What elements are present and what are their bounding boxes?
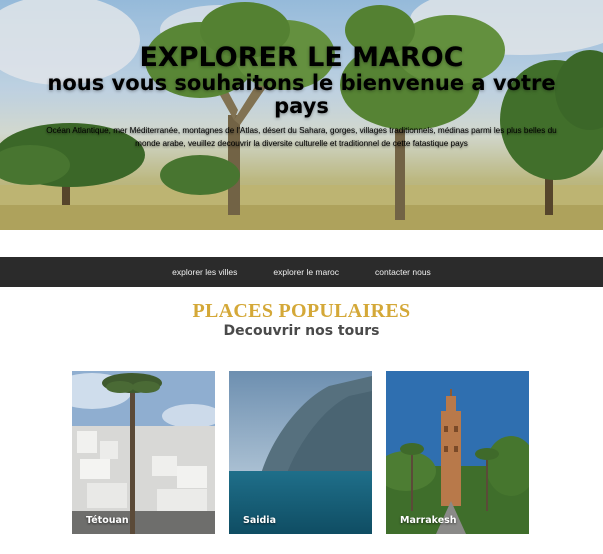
saidia-image <box>229 371 372 534</box>
hero-title: EXPLORER LE MAROC <box>139 42 464 73</box>
card-label-saidia: Saidia <box>243 515 276 526</box>
hero-subtitle: nous vous souhaitons le bienvenue a votr… <box>47 71 556 118</box>
section-title: PLACES POPULAIRES <box>192 300 411 322</box>
tetouan-image <box>72 371 215 534</box>
tour-card-saidia[interactable]: Saidia <box>229 371 372 534</box>
card-label-marrakesh: Marrakesh <box>400 515 457 526</box>
marrakesh-image <box>386 371 529 534</box>
nav-link-explorer-villes[interactable]: explorer les villes <box>172 267 237 277</box>
hero-banner: EXPLORER LE MAROC nous vous souhaitons l… <box>0 0 603 230</box>
tour-card-tetouan[interactable]: Tétouan <box>72 371 215 534</box>
tour-card-marrakesh[interactable]: Marrakesh <box>386 371 529 534</box>
nav-link-contact[interactable]: contacter nous <box>375 267 431 277</box>
main-nav: explorer les villes explorer le maroc co… <box>0 257 603 287</box>
card-label-tetouan: Tétouan <box>86 515 129 526</box>
hero-description: Océan Atlantique, mer Méditerranée, mont… <box>46 126 557 148</box>
nav-link-explorer-maroc[interactable]: explorer le maroc <box>273 267 339 277</box>
section-subtitle: Decouvrir nos tours <box>223 323 380 339</box>
